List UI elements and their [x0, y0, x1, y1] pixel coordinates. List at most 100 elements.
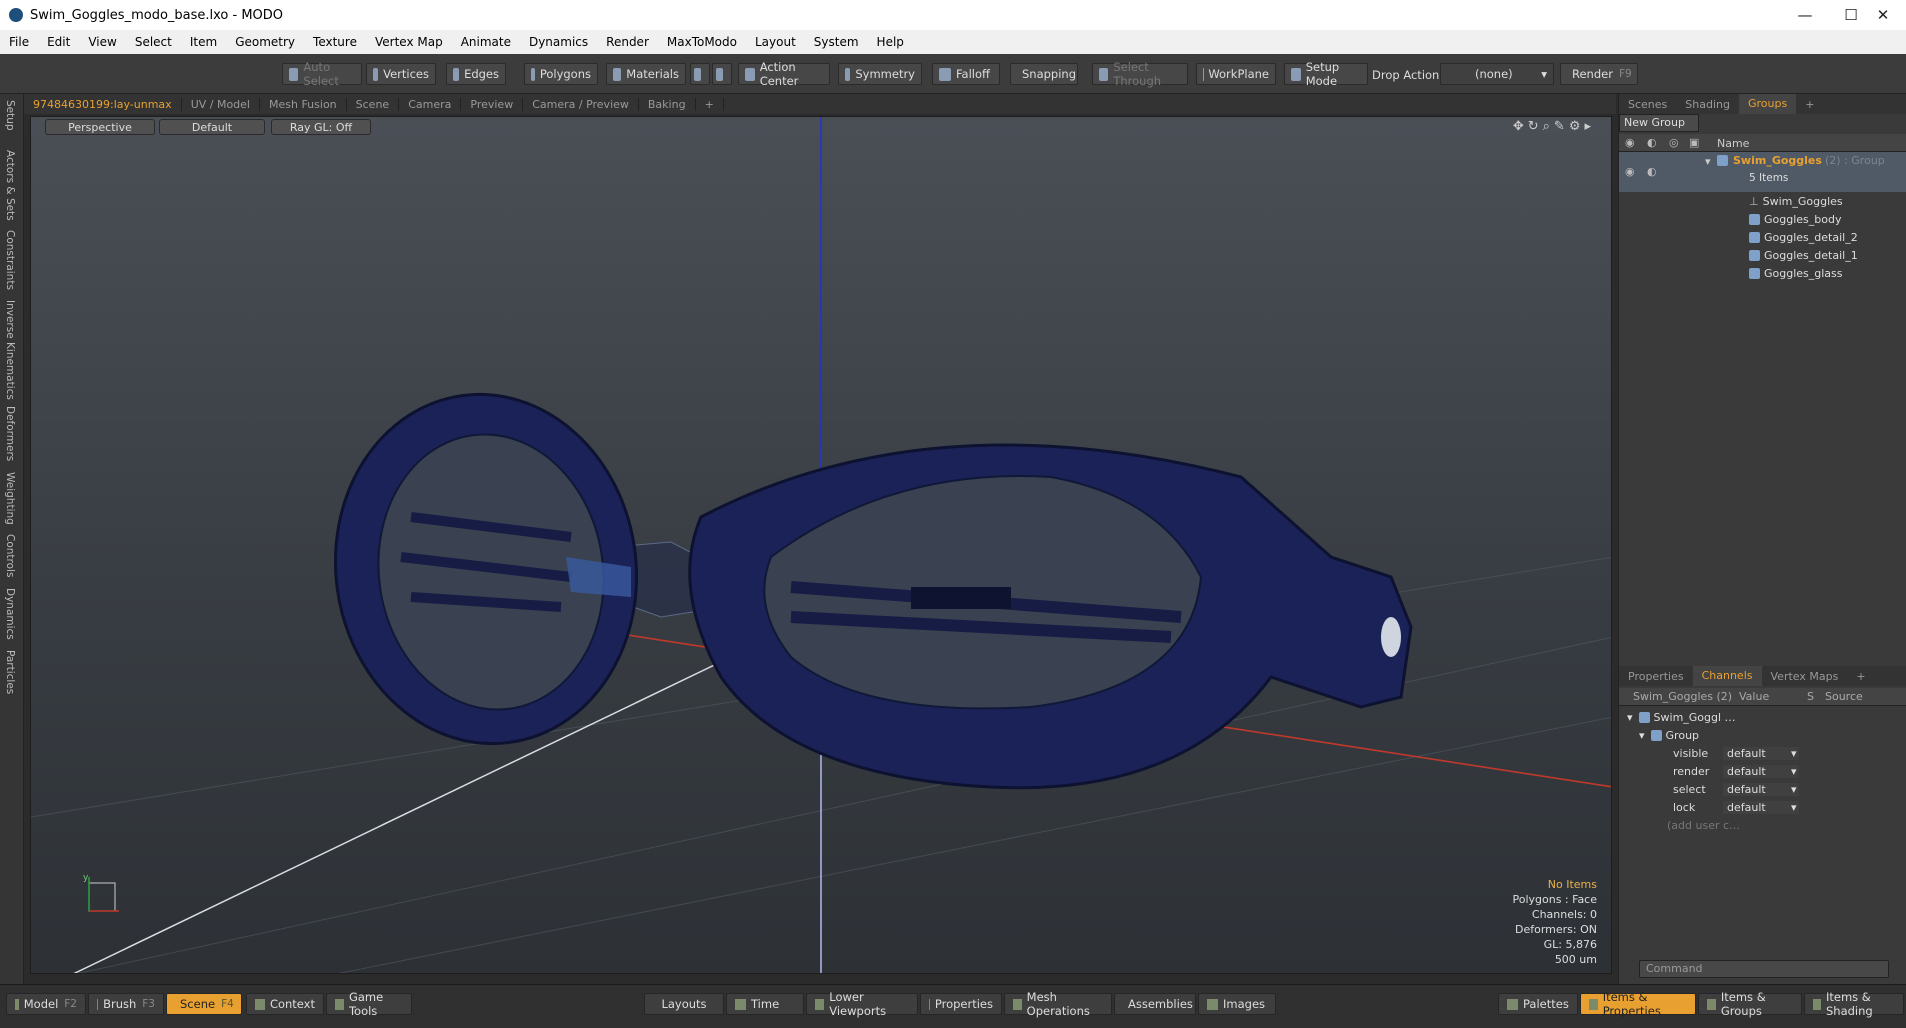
vtab-controls[interactable]: Controls — [4, 534, 16, 577]
tab-properties[interactable]: Properties — [1619, 670, 1693, 683]
polygons-button[interactable]: Polygons — [524, 63, 598, 85]
channel-value-select[interactable]: default — [1723, 800, 1799, 814]
move-view-icon[interactable]: ✥ — [1513, 119, 1528, 134]
items-properties-button[interactable]: Items & Properties — [1580, 990, 1696, 1018]
tab-scene[interactable]: Scene — [347, 97, 400, 111]
menu-layout[interactable]: Layout — [746, 35, 805, 49]
menu-animate[interactable]: Animate — [452, 35, 520, 49]
channel-value-select[interactable]: default — [1723, 746, 1799, 760]
tab-vertex-maps[interactable]: Vertex Maps — [1762, 670, 1848, 683]
action-center-button[interactable]: Action Center — [738, 60, 830, 88]
menu-edit[interactable]: Edit — [38, 35, 79, 49]
falloff-button[interactable]: Falloff — [932, 63, 1000, 85]
context-layout-button[interactable]: Context — [246, 993, 324, 1015]
command-input[interactable]: Command — [1639, 960, 1889, 978]
tab-mesh-fusion[interactable]: Mesh Fusion — [260, 97, 347, 111]
list-item[interactable]: Goggles_body — [1619, 210, 1906, 228]
selection-set-button[interactable] — [690, 63, 710, 85]
zoom-view-icon[interactable]: ⌕ — [1543, 119, 1554, 134]
symmetry-button[interactable]: Symmetry — [838, 63, 922, 85]
vtab-constraints[interactable]: Constraints — [4, 230, 16, 290]
collapse-arrow-icon[interactable]: ▾ — [1705, 155, 1711, 168]
menu-help[interactable]: Help — [868, 35, 913, 49]
menu-texture[interactable]: Texture — [304, 35, 366, 49]
raygl-button[interactable]: Ray GL: Off — [271, 119, 371, 135]
drop-action-select[interactable]: (none) ▾ — [1440, 63, 1554, 85]
tab-uv-model[interactable]: UV / Model — [182, 97, 260, 111]
time-button[interactable]: Time — [726, 993, 804, 1015]
selection-set-2-button[interactable] — [712, 63, 732, 85]
vtab-dynamics[interactable]: Dynamics — [4, 588, 16, 640]
3d-viewport[interactable]: y Perspective Default Ray GL: Off ✥↻⌕✎⚙▸… — [30, 116, 1612, 974]
channel-group-row[interactable]: ▾ Group — [1619, 726, 1906, 744]
tab-camera-preview[interactable]: Camera / Preview — [523, 97, 639, 111]
items-groups-button[interactable]: Items & Groups — [1698, 990, 1802, 1018]
channel-row[interactable]: select default ▾ — [1619, 780, 1906, 798]
vtab-inverse-kinematics[interactable]: Inverse Kinematics — [4, 300, 16, 400]
vtab-actors-sets[interactable]: Actors & Sets — [4, 150, 16, 221]
vertices-button[interactable]: Vertices — [366, 63, 436, 85]
tab-shading[interactable]: Shading — [1676, 98, 1739, 111]
menu-dynamics[interactable]: Dynamics — [520, 35, 597, 49]
menu-maxtomodo[interactable]: MaxToModo — [658, 35, 746, 49]
default-shading-button[interactable]: Default — [159, 119, 265, 135]
edges-button[interactable]: Edges — [446, 63, 506, 85]
game-tools-layout-button[interactable]: Game Tools — [326, 990, 412, 1018]
menu-vertex-map[interactable]: Vertex Map — [366, 35, 452, 49]
images-button[interactable]: Images — [1198, 993, 1276, 1015]
menu-select[interactable]: Select — [126, 35, 181, 49]
menu-view[interactable]: View — [79, 35, 125, 49]
channel-row[interactable]: visible default ▾ — [1619, 744, 1906, 762]
select-through-button[interactable]: Select Through — [1092, 60, 1188, 88]
list-item[interactable]: Goggles_detail_1 — [1619, 246, 1906, 264]
channel-row[interactable]: render default ▾ — [1619, 762, 1906, 780]
auto-select-button[interactable]: Auto Select — [282, 60, 362, 88]
items-shading-button[interactable]: Items & Shading — [1804, 990, 1904, 1018]
rotate-view-icon[interactable]: ↻ — [1528, 119, 1543, 134]
channel-root-row[interactable]: ▾ Swim_Goggl … — [1619, 708, 1906, 726]
tab-camera[interactable]: Camera — [399, 97, 462, 111]
close-button[interactable]: ✕ — [1860, 0, 1906, 30]
gear-icon[interactable]: ⚙ — [1569, 119, 1585, 134]
minimize-button[interactable]: — — [1782, 0, 1828, 30]
more-arrow-icon[interactable]: ▸ — [1584, 119, 1595, 134]
brush-layout-button[interactable]: Brush F3 — [88, 993, 164, 1015]
add-tab-button[interactable]: + — [696, 97, 724, 111]
workplane-button[interactable]: WorkPlane — [1196, 63, 1276, 85]
perspective-button[interactable]: Perspective — [45, 119, 155, 135]
tab-channels[interactable]: Channels — [1692, 666, 1762, 686]
menu-system[interactable]: System — [805, 35, 868, 49]
mesh-operations-button[interactable]: Mesh Operations — [1004, 990, 1112, 1018]
channel-value-select[interactable]: default — [1723, 764, 1799, 778]
model-layout-button[interactable]: Model F2 — [6, 993, 86, 1015]
add-channels-tab-button[interactable]: + — [1847, 670, 1874, 683]
render-button[interactable]: Render F9 — [1560, 63, 1638, 85]
group-visible-icon[interactable]: ◉ — [1625, 165, 1635, 178]
menu-item[interactable]: Item — [181, 35, 226, 49]
new-group-button[interactable]: New Group — [1619, 114, 1699, 132]
snapping-button[interactable]: Snapping — [1010, 63, 1078, 85]
group-row-selected[interactable]: ◉ ◐ ▾ Swim_Goggles (2) : Group 5 Items — [1619, 152, 1906, 192]
vtab-deformers[interactable]: Deformers — [4, 406, 16, 461]
scene-layout-button[interactable]: Scene F4 — [166, 993, 242, 1015]
tab-baking[interactable]: Baking — [639, 97, 696, 111]
vtab-particles[interactable]: Particles — [4, 650, 16, 694]
tab-lay-unmax[interactable]: 97484630199:lay-unmax — [24, 97, 182, 111]
tab-preview[interactable]: Preview — [461, 97, 524, 111]
list-item[interactable]: Goggles_detail_2 — [1619, 228, 1906, 246]
menu-file[interactable]: File — [0, 35, 38, 49]
lower-viewports-button[interactable]: Lower Viewports — [806, 990, 918, 1018]
tab-groups[interactable]: Groups — [1738, 94, 1797, 114]
vtab-weighting[interactable]: Weighting — [4, 472, 16, 525]
channel-row[interactable]: lock default ▾ — [1619, 798, 1906, 816]
add-panel-tab-button[interactable]: + — [1796, 98, 1823, 111]
tab-scenes[interactable]: Scenes — [1619, 98, 1676, 111]
channel-value-select[interactable]: default — [1723, 782, 1799, 796]
viewport-nav-icons[interactable]: ✥↻⌕✎⚙▸ — [1513, 119, 1595, 134]
swim-goggles-model[interactable] — [313, 375, 1413, 790]
setup-mode-button[interactable]: Setup Mode — [1284, 60, 1368, 88]
menu-geometry[interactable]: Geometry — [226, 35, 304, 49]
materials-button[interactable]: Materials — [606, 63, 686, 85]
assemblies-button[interactable]: Assemblies — [1114, 993, 1196, 1015]
vtab-setup[interactable]: Setup — [4, 100, 16, 131]
